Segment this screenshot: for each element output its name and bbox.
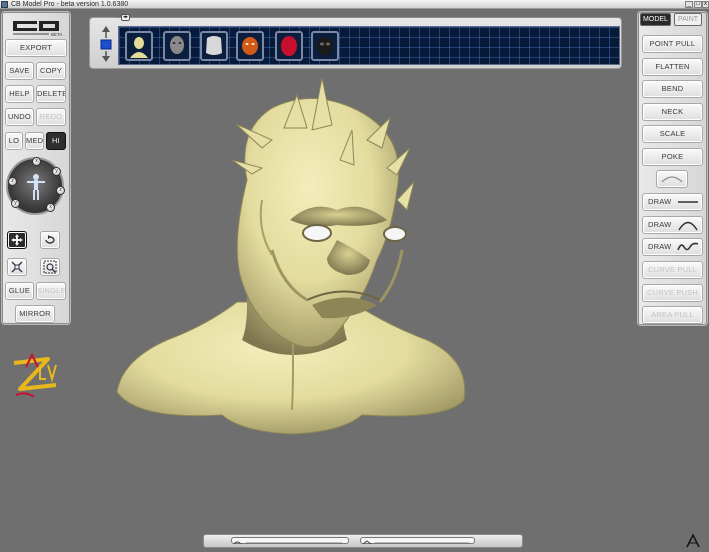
brush-strength-curve-icon bbox=[362, 540, 469, 545]
draw-arc-button[interactable]: DRAW bbox=[642, 216, 703, 234]
mirror-button[interactable]: MIRROR bbox=[15, 305, 55, 323]
minimize-button[interactable]: _ bbox=[685, 1, 693, 8]
wave-icon bbox=[677, 242, 699, 251]
pan-x-knob[interactable]: x bbox=[46, 203, 55, 212]
model-thumbnail-strip bbox=[118, 26, 620, 65]
brush-size-curve-icon bbox=[233, 541, 342, 545]
poke-button[interactable]: POKE bbox=[642, 148, 703, 166]
resolution-med-button[interactable]: MED bbox=[25, 132, 44, 150]
pan-z-knob[interactable]: z bbox=[8, 177, 17, 186]
point-pull-button[interactable]: POINT PULL bbox=[642, 35, 703, 53]
falloff-curve-button[interactable] bbox=[656, 170, 688, 188]
draw-line-button[interactable]: DRAW bbox=[642, 193, 703, 211]
brush-strength-slider[interactable] bbox=[360, 537, 475, 545]
falloff-curve-icon bbox=[661, 176, 683, 183]
curve-pull-button[interactable]: CURVE PULL bbox=[642, 261, 703, 279]
neck-button[interactable]: NECK bbox=[642, 103, 703, 121]
glue-button[interactable]: GLUE bbox=[5, 282, 34, 300]
fit-view-icon bbox=[11, 261, 23, 273]
fit-view-button[interactable] bbox=[7, 258, 27, 276]
resolution-lo-button[interactable]: LO bbox=[5, 132, 23, 150]
zalan-logo bbox=[13, 352, 57, 398]
thumb-sculpt-4[interactable] bbox=[236, 31, 264, 61]
rotate-icon bbox=[45, 235, 55, 244]
thumb-sculpt-5[interactable] bbox=[275, 31, 303, 61]
maximize-button[interactable]: □ bbox=[694, 1, 702, 8]
toolbar-scroll-track[interactable] bbox=[117, 17, 621, 23]
corner-emblem-icon bbox=[686, 533, 700, 548]
area-pull-button[interactable]: AREA PULL bbox=[642, 306, 703, 324]
red-head-thumbnail-icon bbox=[281, 36, 297, 56]
thumb-sculpt-2[interactable] bbox=[163, 31, 191, 61]
bust-thumbnail-icon bbox=[130, 37, 148, 58]
move-arrows-icon bbox=[11, 234, 23, 246]
orange-head-thumbnail-icon bbox=[242, 37, 258, 55]
draw-line-label: DRAW bbox=[648, 197, 672, 206]
dark-head-thumbnail-icon bbox=[317, 37, 333, 55]
window-title: CB Model Pro - beta version 1.0.6380 bbox=[11, 1, 129, 8]
app-icon bbox=[1, 1, 8, 8]
torso-thumbnail-icon bbox=[206, 36, 222, 55]
move-tool-button[interactable] bbox=[7, 231, 27, 249]
toolbar-scroll-handle[interactable]: ◂▸ bbox=[121, 14, 130, 21]
redo-button[interactable]: REDO bbox=[36, 108, 66, 126]
draw-arc-label: DRAW bbox=[648, 220, 672, 229]
scroll-up-icon bbox=[102, 26, 110, 32]
rotate-z-knob[interactable]: z bbox=[56, 186, 65, 195]
svg-text:BETA: BETA bbox=[51, 32, 62, 37]
bend-button[interactable]: BEND bbox=[642, 80, 703, 98]
resolution-hi-button[interactable]: HI bbox=[46, 132, 66, 150]
single-button[interactable]: SINGLE bbox=[36, 282, 66, 300]
library-page-icon bbox=[100, 39, 112, 50]
sculpted-creature-bust[interactable] bbox=[112, 70, 472, 440]
draw-wave-button[interactable]: DRAW bbox=[642, 238, 703, 256]
curve-push-button[interactable]: CURVE PUSH bbox=[642, 284, 703, 302]
tab-paint[interactable]: PAINT bbox=[674, 13, 702, 26]
brush-size-slider[interactable] bbox=[231, 537, 349, 545]
scale-button[interactable]: SCALE bbox=[642, 125, 703, 143]
delete-button[interactable]: DELETE bbox=[36, 85, 66, 103]
title-bar: CB Model Pro - beta version 1.0.6380 _ □… bbox=[0, 0, 709, 9]
scroll-down-icon bbox=[102, 56, 110, 62]
flatten-button[interactable]: FLATTEN bbox=[642, 58, 703, 76]
draw-wave-label: DRAW bbox=[648, 242, 672, 251]
arc-icon bbox=[678, 221, 698, 231]
rotate-x-knob[interactable]: x bbox=[32, 157, 41, 166]
tab-model[interactable]: MODEL bbox=[640, 13, 671, 26]
help-button[interactable]: HELP bbox=[5, 85, 34, 103]
export-button[interactable]: EXPORT bbox=[5, 39, 67, 57]
rotate-tool-button[interactable] bbox=[40, 231, 60, 249]
zoom-icon bbox=[43, 260, 57, 274]
zoom-region-button[interactable] bbox=[40, 258, 60, 276]
copy-button[interactable]: COPY bbox=[36, 62, 66, 80]
thumb-sculpt-3[interactable] bbox=[200, 31, 228, 61]
save-button[interactable]: SAVE bbox=[5, 62, 34, 80]
pan-y-knob[interactable]: y bbox=[11, 199, 20, 208]
rotate-y-knob[interactable]: y bbox=[52, 167, 61, 176]
straight-line-icon bbox=[678, 201, 698, 203]
close-button[interactable]: x bbox=[702, 1, 709, 8]
figure-icon bbox=[27, 174, 45, 200]
cb-logo: BETA bbox=[13, 21, 62, 37]
library-scroll-arrows[interactable] bbox=[98, 24, 114, 64]
head-thumbnail-icon bbox=[170, 36, 184, 54]
thumb-sculpt-1[interactable] bbox=[125, 31, 153, 61]
camera-navigation-wheel[interactable]: x y z x y z bbox=[6, 157, 65, 215]
thumb-sculpt-6[interactable] bbox=[311, 31, 339, 61]
undo-button[interactable]: UNDO bbox=[5, 108, 34, 126]
